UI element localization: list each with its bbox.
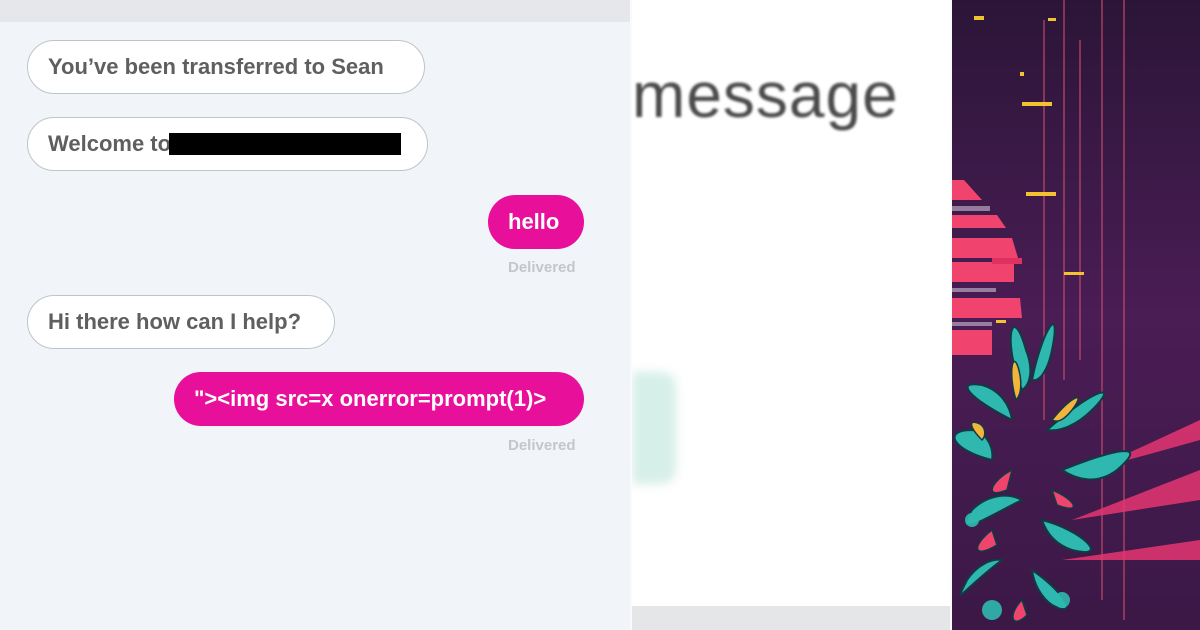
synthwave-plant-illustration (952, 0, 1200, 630)
delivery-status: Delivered (508, 437, 576, 454)
agent-message-welcome: Welcome to (27, 117, 428, 171)
user-message-payload: "><img src=x onerror=prompt(1)> (174, 372, 584, 426)
chat-panel: You’ve been transferred to Sean Welcome … (0, 0, 630, 630)
decorative-artwork (952, 0, 1200, 630)
redaction-bar (169, 133, 402, 155)
agent-message-transfer: You’ve been transferred to Sean (27, 40, 425, 94)
agent-message-help: Hi there how can I help? (27, 295, 335, 349)
zoomed-placeholder-text: message (632, 59, 899, 131)
chat-header-bar (0, 0, 630, 22)
agent-message-text: Welcome to (48, 131, 172, 156)
zoomed-footer-bar (632, 606, 952, 630)
agent-message-text: Hi there how can I help? (48, 309, 302, 334)
user-message-hello: hello (488, 195, 584, 249)
user-message-text: hello (508, 209, 560, 234)
delivery-status: Delivered (508, 259, 576, 276)
zoomed-input-panel: message (632, 0, 952, 630)
agent-message-text: You’ve been transferred to Sean (48, 54, 384, 79)
user-message-text: "><img src=x onerror=prompt(1)> (194, 386, 547, 411)
zoomed-send-button (632, 372, 676, 484)
